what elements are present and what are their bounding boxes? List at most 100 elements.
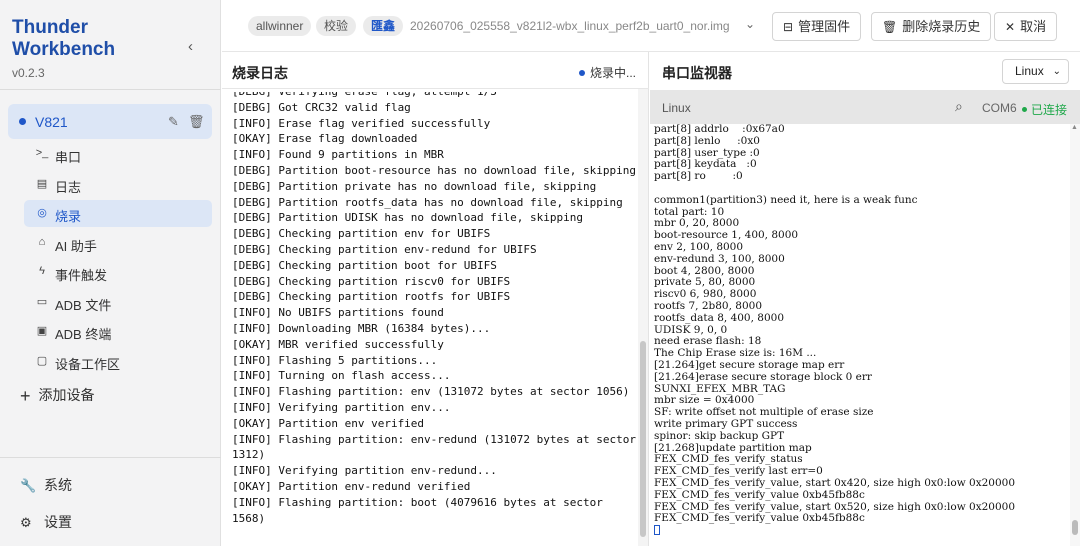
serial-line: FEX_CMD_fes_verify_value 0xb45fb88c (654, 512, 865, 525)
log-line: [OKAY] MBR verified successfully (232, 337, 444, 351)
sidebar-item-label: 烧录 (55, 209, 82, 224)
chip-verify[interactable]: 校验 (316, 16, 357, 36)
sidebar-item-label: AI 助手 (55, 239, 97, 254)
sidebar-item-0[interactable]: >_ 串口 (24, 141, 212, 168)
flash-status-label: 烧录中... (590, 66, 637, 80)
sidebar-item-5[interactable]: ▭ ADB 文件 (24, 289, 212, 316)
connected-dot (1022, 107, 1027, 112)
serial-monitor-title: 串口监视器 (662, 65, 732, 81)
cancel-button[interactable]: ✕ 取消 (994, 12, 1058, 41)
log-scrollbar[interactable] (638, 89, 648, 546)
serial-output[interactable]: part[8] addrlo :0x67a0 part[8] lenlo :0x0… (654, 124, 1066, 538)
log-line: [DEBG] Partition rootfs_data has no down… (232, 195, 623, 209)
system-button[interactable]: 🔧 系统 (20, 475, 72, 495)
log-line: [OKAY] Partition env verified (232, 416, 425, 430)
sidebar-item-6[interactable]: ▣ ADB 终端 (24, 318, 212, 345)
chevron-down-icon[interactable]: ⌄ (745, 17, 755, 31)
serial-line: write primary GPT success (654, 417, 798, 430)
edit-device-icon[interactable]: ✎ (168, 114, 179, 130)
cancel-label: 取消 (1020, 19, 1047, 34)
os-select[interactable]: Linux ⌄ (1002, 59, 1069, 84)
log-line: [OKAY] Erase flag downloaded (232, 132, 418, 146)
sidebar-item-7[interactable]: ▢ 设备工作区 (24, 348, 212, 375)
add-device-label: 添加设备 (38, 387, 95, 403)
serial-line: spinor: skip backup GPT (654, 429, 785, 442)
log-line: [DEBG] Verifying erase flag, attempt 1/3 (232, 92, 637, 100)
log-line: [INFO] Verifying partition env-redund... (232, 464, 497, 478)
device-status-dot (19, 118, 26, 125)
log-line: [INFO] Flashing partition: env-redund (1… (232, 432, 636, 462)
sidebar-item-1[interactable]: ▤ 日志 (24, 171, 212, 198)
folder-icon: ▭ (36, 296, 48, 308)
sidebar-divider-bottom (0, 457, 221, 458)
log-line: [INFO] Flashing partition: boot (4079616… (232, 495, 610, 525)
delete-device-icon[interactable]: 🗑 (188, 114, 205, 130)
sidebar-item-2[interactable]: ◎ 烧录 (24, 200, 212, 227)
plus-icon: + (20, 386, 31, 406)
log-scrollbar-thumb[interactable] (640, 341, 646, 537)
log-line: [INFO] Turning on flash access... (232, 369, 451, 383)
terminal-icon: >_ (35, 147, 49, 159)
log-line: [DEBG] Checking partition env-redund for… (232, 242, 537, 256)
search-icon[interactable]: ⌕ (955, 98, 963, 115)
manage-firmware-button[interactable]: ⊟ 管理固件 (772, 12, 862, 41)
wrench-icon: 🔧 (20, 478, 37, 493)
serial-port: COM6 (982, 101, 1017, 115)
scroll-up-icon[interactable]: ▲ (1071, 124, 1078, 131)
manage-firmware-label: 管理固件 (798, 19, 851, 34)
sidebar-item-4[interactable]: ϟ 事件触发 (24, 259, 212, 286)
app-brand: Thunder Workbench (12, 17, 116, 60)
serial-line: [21.264]get secure storage map err (654, 358, 845, 371)
system-label: 系统 (44, 477, 72, 493)
log-line: [DEBG] Checking partition rootfs for UBI… (232, 290, 511, 304)
flash-status: 烧录中... (579, 64, 636, 81)
document-icon: ▤ (36, 178, 48, 190)
device-item-v821[interactable]: V821 ✎ 🗑 (8, 104, 212, 139)
sidebar-item-3[interactable]: ⌂ AI 助手 (24, 230, 212, 257)
app-version: v0.2.3 (12, 66, 45, 80)
log-line: [INFO] Verifying partition env... (232, 400, 451, 414)
serial-line: rootfs_data 8, 400, 8000 (654, 311, 784, 324)
drive-icon: ⊟ (783, 20, 794, 34)
sidebar-item-label: ADB 文件 (55, 298, 112, 313)
flash-log-output[interactable]: [DEBG] Verifying erase flag, attempt 1/3… (232, 92, 637, 544)
chip-variant[interactable]: 匯鑫 (363, 16, 404, 36)
sidebar-item-label: 设备工作区 (55, 357, 121, 372)
serial-line: env 2, 100, 8000 (654, 240, 744, 253)
serial-cursor-line (654, 525, 1066, 538)
log-line: [INFO] Flashing 5 partitions... (232, 353, 438, 367)
serial-line: FEX_CMD_fes_verify_value, start 0x420, s… (654, 476, 1016, 489)
firmware-file-select[interactable]: 20260706_025558_v821l2-wbx_linux_perf2b_… (410, 19, 740, 33)
log-line: [DEBG] Checking partition boot for UBIFS (232, 258, 497, 272)
sidebar-item-label: 事件触发 (55, 268, 108, 283)
gear-icon: ⚙ (20, 515, 32, 530)
device-name: V821 (35, 114, 68, 130)
sidebar-item-label: 日志 (55, 180, 82, 195)
add-device-button[interactable]: + 添加设备 (20, 385, 95, 407)
serial-line: rootfs 7, 2b80, 8000 (654, 299, 763, 312)
serial-line: part[8] ro :0 (654, 170, 743, 183)
trash-icon: 🗑 (882, 20, 898, 34)
log-line: [DEBG] Got CRC32 valid flag (232, 100, 411, 114)
flash-log-title: 烧录日志 (232, 65, 288, 81)
log-line: [INFO] Found 9 partitions in MBR (232, 148, 444, 162)
chip-vendor[interactable]: allwinner (248, 16, 312, 36)
log-line: [DEBG] Checking partition env for UBIFS (232, 227, 491, 241)
connection-status: 已连接 (1022, 101, 1067, 118)
settings-button[interactable]: ⚙ 设置 (20, 512, 72, 532)
flash-icon: ◎ (37, 207, 47, 219)
delete-history-button[interactable]: 🗑 删除烧录历史 (871, 12, 992, 41)
lightning-icon: ϟ (39, 265, 45, 277)
serial-line (654, 183, 1066, 195)
serial-scrollbar-thumb[interactable] (1072, 520, 1078, 535)
workspace-folder-icon: ▢ (36, 355, 48, 367)
log-divider (222, 88, 649, 89)
os-select-value: Linux (1015, 64, 1044, 78)
close-icon: ✕ (1005, 20, 1016, 34)
serial-scrollbar[interactable]: ▲ (1070, 124, 1080, 546)
collapse-sidebar-icon[interactable]: ‹ (188, 38, 193, 55)
chevron-down-icon: ⌄ (1052, 66, 1061, 77)
log-line: [DEBG] Checking partition riscv0 for UBI… (232, 274, 511, 288)
log-line: [DEBG] Partition boot-resource has no do… (232, 163, 636, 177)
log-line: [OKAY] Partition env-redund verified (232, 479, 471, 493)
